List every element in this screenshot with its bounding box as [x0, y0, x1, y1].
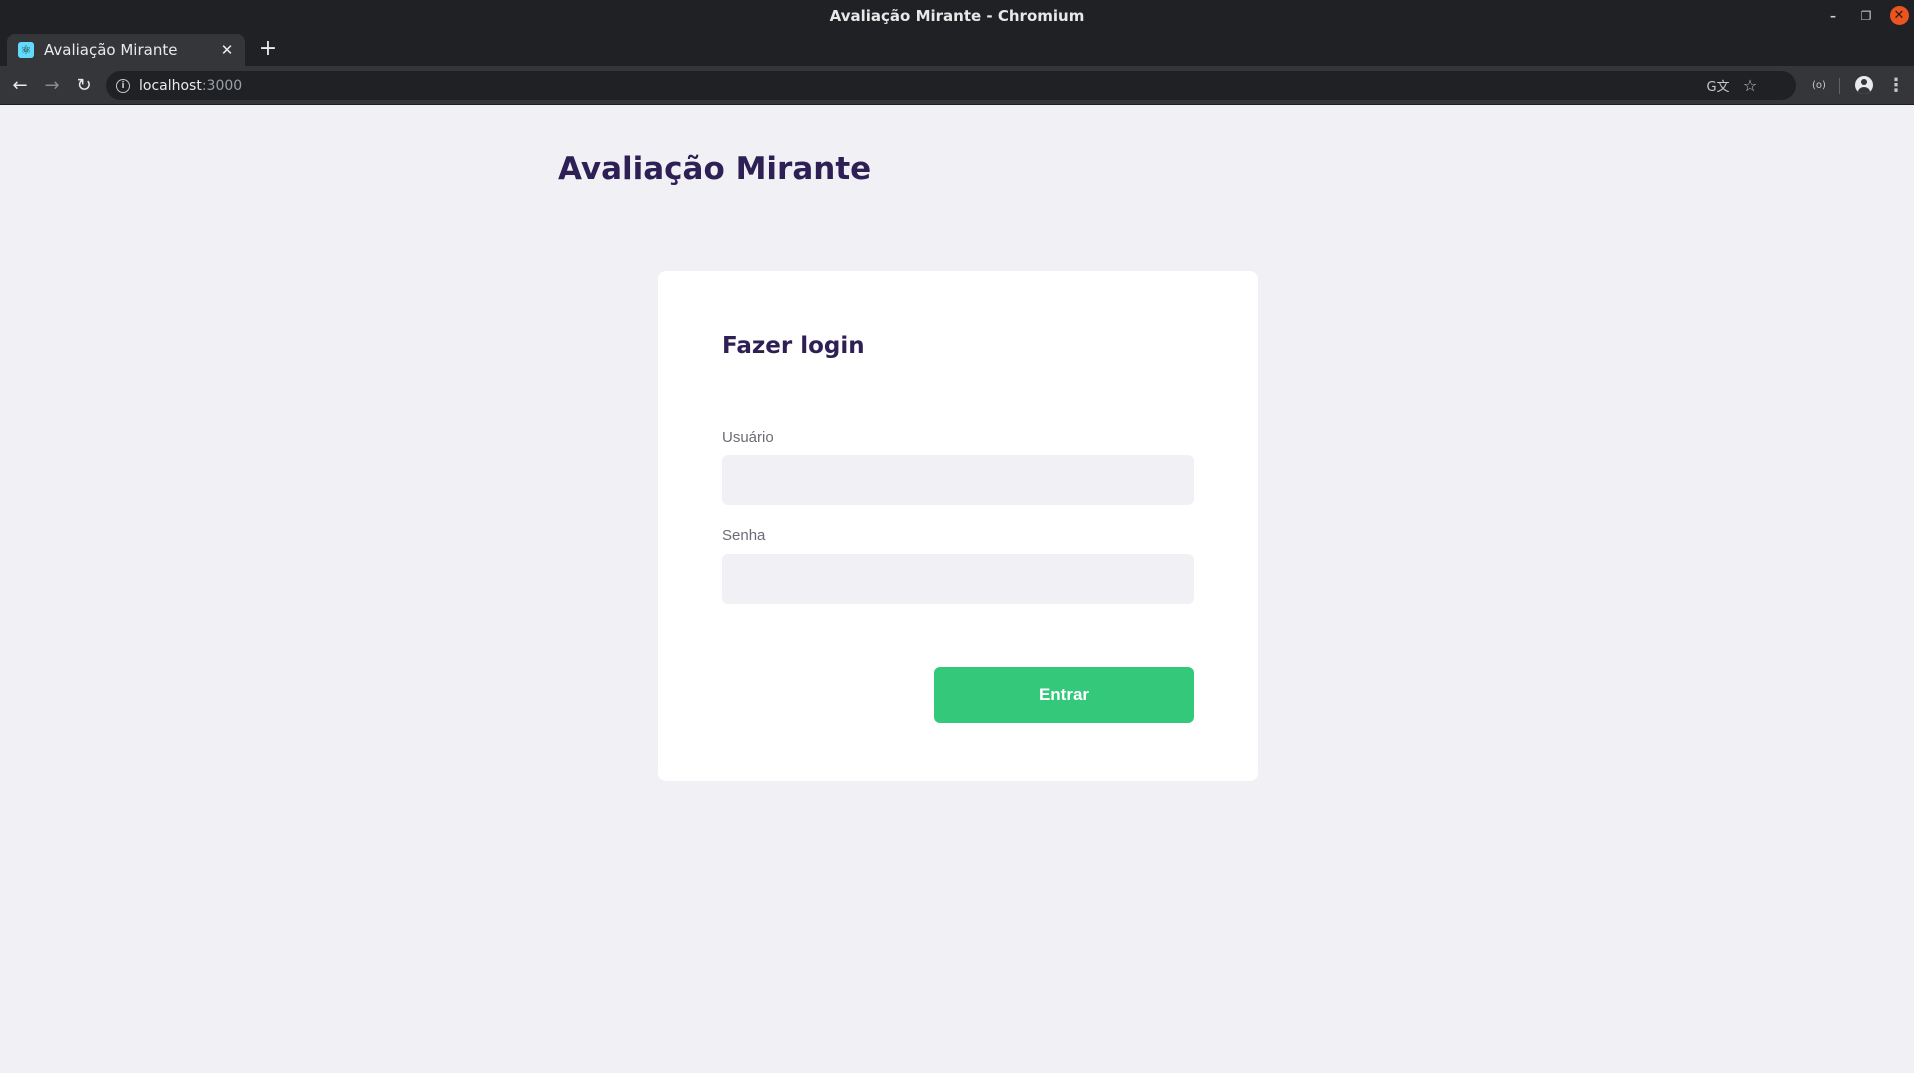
url-port: :3000: [201, 77, 243, 94]
arrow-right-icon: →: [44, 74, 60, 96]
arrow-left-icon: ←: [12, 74, 28, 96]
window-titlebar: Avaliação Mirante - Chromium – ❐ ✕: [0, 0, 1914, 31]
kebab-menu-icon: ⋮: [1887, 74, 1905, 96]
password-input[interactable]: [722, 554, 1194, 604]
page-content: Avaliação Mirante Fazer login Usuário Se…: [0, 105, 1914, 1073]
bookmark-star-icon[interactable]: ☆: [1738, 73, 1762, 97]
url-host: localhost: [139, 77, 202, 94]
close-icon: ✕: [1889, 6, 1909, 25]
window-title: Avaliação Mirante - Chromium: [829, 6, 1085, 25]
browser-toolbar: ← → ↻ i localhost:3000 G文 ☆ (o) ⋮: [0, 66, 1914, 105]
toolbar-divider: [1839, 78, 1840, 94]
app-title: Avaliação Mirante: [558, 151, 872, 187]
forward-button[interactable]: →: [39, 72, 65, 98]
browser-menu-button[interactable]: ⋮: [1884, 73, 1908, 97]
username-input[interactable]: [722, 455, 1194, 505]
new-tab-button[interactable]: +: [256, 37, 280, 61]
login-submit-button[interactable]: Entrar: [934, 667, 1194, 723]
close-tab-icon[interactable]: ✕: [217, 40, 237, 60]
profile-button[interactable]: [1852, 73, 1876, 97]
tab-title: Avaliação Mirante: [44, 41, 178, 59]
login-card: Fazer login Usuário Senha Entrar: [658, 271, 1258, 781]
maximize-icon: ❐: [1860, 8, 1872, 23]
react-favicon-icon: ⚛: [18, 42, 34, 58]
back-button[interactable]: ←: [7, 72, 33, 98]
translate-icon[interactable]: G文: [1706, 73, 1730, 97]
minimize-window-button[interactable]: –: [1818, 0, 1848, 31]
reload-button[interactable]: ↻: [71, 72, 97, 98]
account-icon: [1855, 76, 1873, 94]
close-window-button[interactable]: ✕: [1884, 0, 1914, 31]
extension-icon: (o): [1812, 79, 1826, 91]
username-label: Usuário: [722, 429, 774, 446]
maximize-window-button[interactable]: ❐: [1851, 0, 1881, 31]
password-label: Senha: [722, 527, 766, 544]
minimize-icon: –: [1830, 8, 1836, 23]
address-bar[interactable]: i localhost:3000 G文 ☆: [106, 71, 1796, 100]
tab-avaliacao-mirante[interactable]: ⚛ Avaliação Mirante ✕: [7, 34, 245, 66]
tab-strip: ⚛ Avaliação Mirante ✕ +: [0, 31, 1914, 66]
site-info-icon[interactable]: i: [116, 78, 130, 93]
extension-button[interactable]: (o): [1807, 73, 1831, 97]
login-heading: Fazer login: [722, 333, 865, 359]
reload-icon: ↻: [76, 74, 92, 96]
